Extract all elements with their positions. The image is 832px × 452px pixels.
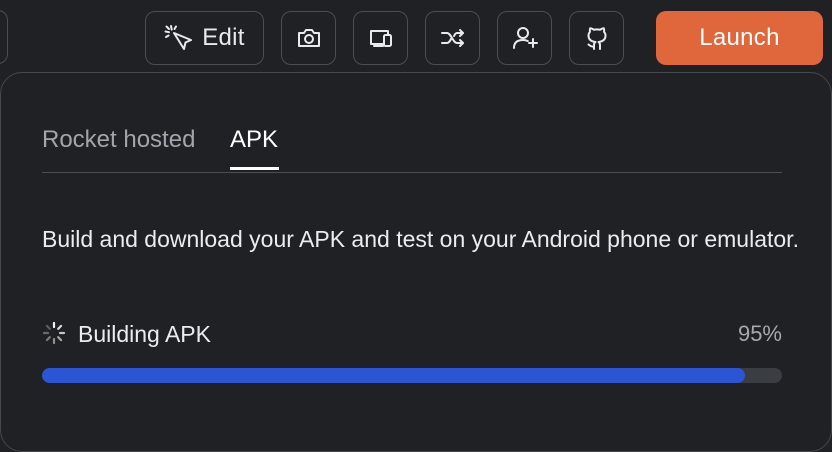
github-icon (583, 24, 611, 52)
tab-apk[interactable]: APK (230, 124, 278, 170)
build-progress-fill (42, 368, 745, 383)
shuffle-icon (439, 24, 467, 52)
partial-toolbar-button[interactable] (0, 10, 8, 64)
progress-percentage: 95% (737, 321, 782, 346)
top-toolbar: Edit Launch (0, 0, 832, 76)
invite-user-button[interactable] (497, 11, 552, 65)
devices-icon (367, 24, 395, 52)
build-status-row: Building APK 95% (42, 317, 782, 351)
launch-button[interactable]: Launch (656, 11, 823, 65)
user-plus-icon (511, 24, 539, 52)
shuffle-button[interactable] (425, 11, 480, 65)
tab-bar: Rocket hosted APK (42, 124, 782, 173)
screenshot-button[interactable] (281, 11, 336, 65)
tab-rocket-hosted[interactable]: Rocket hosted (42, 124, 195, 170)
loading-spinner-icon (42, 321, 66, 350)
build-progress-bar (42, 368, 782, 383)
device-preview-button[interactable] (353, 11, 408, 65)
build-status-label: Building APK (78, 321, 211, 347)
edit-label: Edit (202, 24, 245, 51)
github-button[interactable] (569, 11, 624, 65)
active-tab-indicator (230, 167, 279, 170)
camera-icon (295, 24, 323, 52)
pointer-click-icon (164, 24, 193, 52)
apk-description: Build and download your APK and test on … (42, 226, 799, 252)
edit-button[interactable]: Edit (145, 11, 264, 65)
